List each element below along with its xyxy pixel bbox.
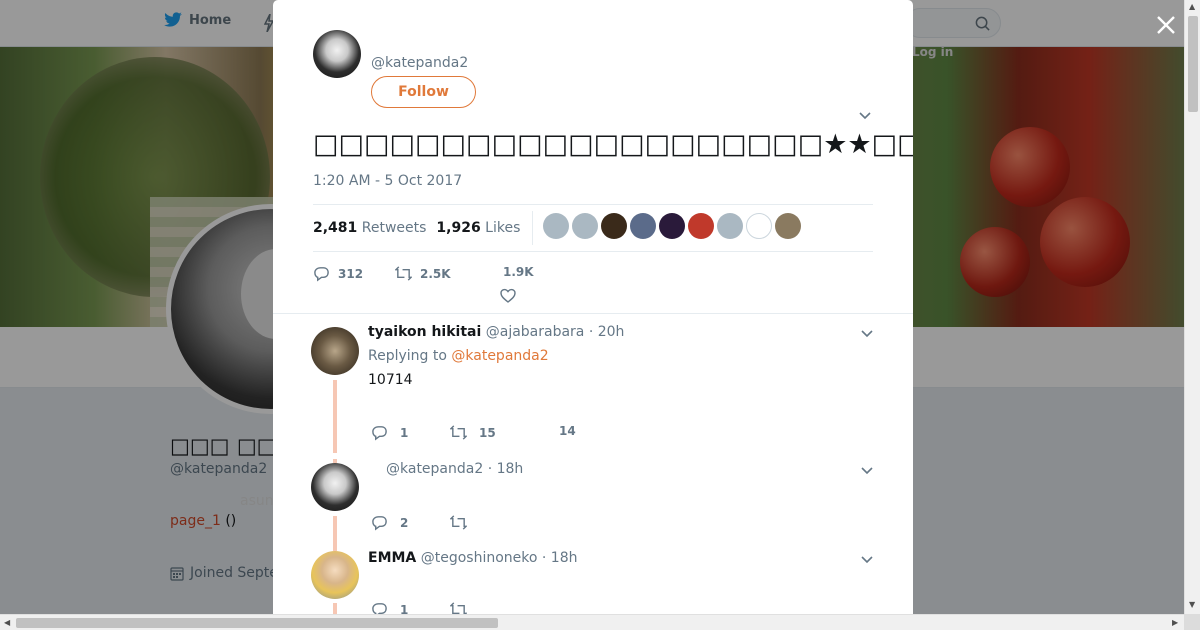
follow-button[interactable]: Follow	[371, 76, 476, 108]
author-handle[interactable]: @katepanda2	[371, 55, 468, 71]
retweet-action[interactable]: 15	[450, 424, 496, 441]
reply-item[interactable]: @katepanda2 · 18h 2	[273, 459, 913, 545]
stats-divider	[532, 211, 534, 245]
reply-count: 1	[400, 425, 409, 440]
reply-header: @katepanda2 · 18h	[386, 461, 523, 477]
reply-item[interactable]: tyaikon hikitai @ajabarabara · 20h Reply…	[273, 314, 913, 459]
reply-time[interactable]: · 20h	[589, 324, 625, 340]
reply-item[interactable]: EMMA @tegoshinoneko · 18h 1	[273, 545, 913, 614]
liker-avatar[interactable]	[601, 213, 628, 239]
retweet-icon	[450, 602, 467, 614]
close-icon[interactable]	[1153, 12, 1179, 38]
heart-icon[interactable]	[500, 288, 516, 304]
horizontal-scroll-thumb[interactable]	[16, 618, 498, 628]
reply-icon	[372, 603, 387, 614]
scroll-left-arrow-icon[interactable]: ◀	[4, 618, 10, 627]
scroll-down-arrow-icon[interactable]: ▼	[1189, 600, 1195, 609]
reply-header: EMMA @tegoshinoneko · 18h	[368, 550, 577, 566]
thread-line	[333, 603, 337, 614]
replying-to: Replying to @katepanda2	[368, 348, 549, 364]
chevron-down-icon[interactable]	[861, 467, 873, 475]
reply-action[interactable]: 2	[371, 514, 408, 531]
liker-avatars	[543, 213, 804, 243]
reply-count: 312	[338, 266, 364, 281]
reply-author-handle[interactable]: @tegoshinoneko	[421, 550, 538, 566]
reply-action[interactable]: 1	[371, 601, 408, 614]
retweets-stat[interactable]: 2,481 Retweets	[313, 220, 426, 236]
reply-author-handle[interactable]: @katepanda2	[386, 461, 483, 477]
reply-count: 2	[400, 515, 409, 530]
likes-count: 1,926	[436, 220, 481, 236]
reply-author-handle[interactable]: @ajabarabara	[486, 324, 585, 340]
like-action[interactable]: 1.9K	[503, 265, 534, 279]
reply-header: tyaikon hikitai @ajabarabara · 20h	[368, 324, 624, 340]
likes-label: Likes	[485, 220, 521, 236]
retweet-icon	[395, 266, 412, 281]
reply-icon	[372, 516, 387, 531]
like-count: 14	[559, 424, 576, 438]
retweet-icon	[450, 425, 467, 440]
reply-avatar[interactable]	[311, 551, 359, 599]
vertical-scroll-thumb[interactable]	[1188, 16, 1198, 112]
reply-icon	[372, 426, 387, 441]
liker-avatar[interactable]	[688, 213, 715, 239]
tweet-modal: @katepanda2 Follow □□□□□□□□□□□□□□□□□□□□★…	[273, 0, 913, 614]
liker-avatar[interactable]	[717, 213, 744, 239]
chevron-down-icon[interactable]	[859, 112, 871, 120]
reply-avatar[interactable]	[311, 327, 359, 375]
thread-line	[333, 516, 337, 545]
reply-action[interactable]: 1	[371, 424, 408, 441]
replies-list: tyaikon hikitai @ajabarabara · 20h Reply…	[273, 313, 913, 614]
liker-avatar[interactable]	[572, 213, 599, 239]
reply-author-name[interactable]: tyaikon hikitai	[368, 324, 481, 340]
replying-to-handle[interactable]: @katepanda2	[451, 348, 548, 364]
retweets-label: Retweets	[361, 220, 427, 236]
scrollbar-corner	[1184, 614, 1200, 630]
reply-action[interactable]: 312	[313, 265, 363, 282]
retweet-icon	[450, 515, 467, 530]
replying-label: Replying to	[368, 348, 447, 364]
retweet-action[interactable]	[450, 514, 467, 531]
tweet-action-row: 312 2.5K 1.9K	[313, 262, 873, 304]
reply-count: 1	[400, 602, 409, 615]
retweet-count: 15	[479, 425, 496, 440]
retweet-action[interactable]	[450, 601, 467, 614]
liker-avatar[interactable]	[775, 213, 802, 239]
reply-time[interactable]: · 18h	[488, 461, 524, 477]
retweet-action[interactable]: 2.5K	[395, 265, 451, 282]
tweet-timestamp[interactable]: 1:20 AM - 5 Oct 2017	[313, 173, 462, 189]
reply-icon	[314, 267, 329, 282]
tweet-stats-row: 2,481 Retweets 1,926 Likes	[313, 204, 873, 252]
thread-line	[333, 380, 337, 453]
tweet-text: □□□□□□□□□□□□□□□□□□□□★★□□□□□□□□□□□□□□□□□□…	[313, 129, 913, 160]
liker-avatar[interactable]	[746, 213, 773, 239]
scroll-up-arrow-icon[interactable]: ▲	[1189, 2, 1195, 11]
reply-author-name[interactable]: EMMA	[368, 550, 416, 566]
chevron-down-icon[interactable]	[861, 330, 873, 338]
scroll-right-arrow-icon[interactable]: ▶	[1172, 618, 1178, 627]
like-count: 1.9K	[503, 265, 534, 279]
reply-time[interactable]: · 18h	[542, 550, 578, 566]
horizontal-scrollbar[interactable]: ◀ ▶	[0, 614, 1184, 630]
chevron-down-icon[interactable]	[861, 556, 873, 564]
vertical-scrollbar[interactable]: ▲ ▼	[1184, 0, 1200, 614]
reply-text: 10714	[368, 372, 413, 388]
reply-avatar[interactable]	[311, 463, 359, 511]
retweets-count: 2,481	[313, 220, 358, 236]
retweet-count: 2.5K	[420, 266, 451, 281]
likes-stat[interactable]: 1,926 Likes	[436, 220, 520, 236]
liker-avatar[interactable]	[630, 213, 657, 239]
author-avatar[interactable]	[313, 30, 361, 78]
like-action[interactable]: 14	[559, 424, 576, 438]
liker-avatar[interactable]	[543, 213, 570, 239]
liker-avatar[interactable]	[659, 213, 686, 239]
